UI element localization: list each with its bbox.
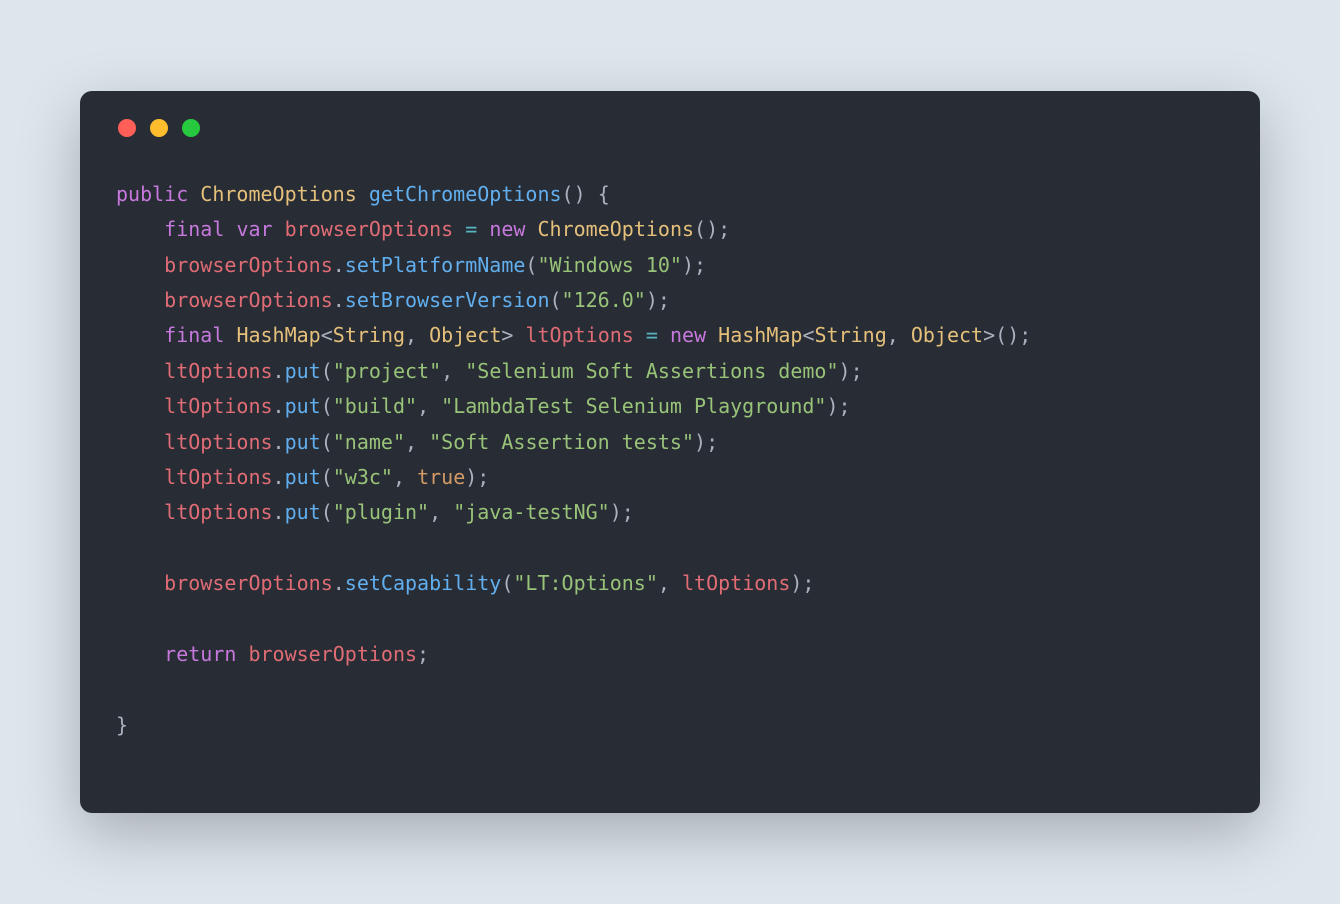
type-chromeoptions: ChromeOptions (538, 217, 695, 241)
type-object: Object (429, 323, 501, 347)
fn-setbrowserversion: setBrowserVersion (345, 288, 550, 312)
keyword-public: public (116, 182, 188, 206)
code-window: public ChromeOptions getChromeOptions() … (80, 91, 1260, 813)
str-name-val: "Soft Assertion tests" (429, 430, 694, 454)
lit-true: true (417, 465, 465, 489)
fn-setcapability: setCapability (345, 571, 502, 595)
type-hashmap: HashMap (236, 323, 320, 347)
keyword-new: new (670, 323, 706, 347)
fn-setplatformname: setPlatformName (345, 253, 526, 277)
paren-close: ) (574, 182, 586, 206)
str-name: "name" (333, 430, 405, 454)
id-ltoptions: ltOptions (164, 359, 272, 383)
maximize-icon[interactable] (182, 119, 200, 137)
window-controls (118, 119, 1224, 137)
str-project-val: "Selenium Soft Assertions demo" (465, 359, 838, 383)
type-chromeoptions: ChromeOptions (200, 182, 357, 206)
str-project: "project" (333, 359, 441, 383)
id-browseroptions: browserOptions (164, 288, 333, 312)
id-browseroptions: browserOptions (164, 253, 333, 277)
keyword-return: return (164, 642, 236, 666)
type-string: String (333, 323, 405, 347)
str-plugin: "plugin" (333, 500, 429, 524)
fn-put: put (285, 359, 321, 383)
code-block: public ChromeOptions getChromeOptions() … (116, 177, 1224, 743)
fn-getchromeoptions: getChromeOptions (369, 182, 562, 206)
type-hashmap: HashMap (718, 323, 802, 347)
str-w3c: "w3c" (333, 465, 393, 489)
close-icon[interactable] (118, 119, 136, 137)
id-ltoptions: ltOptions (525, 323, 633, 347)
keyword-final: final (164, 323, 224, 347)
brace-close: } (116, 713, 128, 737)
id-browseroptions: browserOptions (285, 217, 454, 241)
keyword-var: var (236, 217, 272, 241)
str-ltoptions: "LT:Options" (513, 571, 658, 595)
minimize-icon[interactable] (150, 119, 168, 137)
paren-open: ( (562, 182, 574, 206)
str-126: "126.0" (562, 288, 646, 312)
brace-open: { (598, 182, 610, 206)
str-plugin-val: "java-testNG" (453, 500, 610, 524)
str-build-val: "LambdaTest Selenium Playground" (441, 394, 826, 418)
keyword-new: new (489, 217, 525, 241)
op-eq: = (465, 217, 477, 241)
str-windows10: "Windows 10" (537, 253, 682, 277)
keyword-final: final (164, 217, 224, 241)
str-build: "build" (333, 394, 417, 418)
